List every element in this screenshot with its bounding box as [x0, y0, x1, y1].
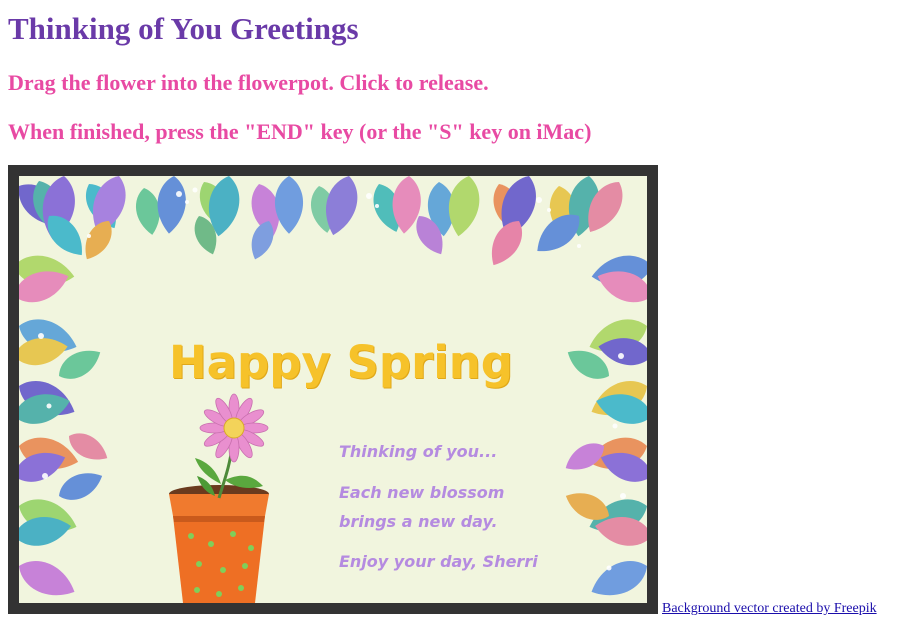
instruction-drag: Drag the flower into the flowerpot. Clic…: [8, 70, 489, 95]
greeting-card-frame: Happy Spring Thinking of you... Each new…: [8, 165, 658, 614]
card-signature: Enjoy your day, Sherri: [339, 552, 538, 571]
page: Thinking of You Greetings Drag the flowe…: [0, 0, 918, 628]
page-title: Thinking of You Greetings: [8, 11, 359, 46]
card-heading: Happy Spring: [169, 336, 513, 389]
card-message-line: Each new blossom: [339, 483, 505, 502]
instruction-end-key: When finished, press the "END" key (or t…: [8, 119, 592, 144]
flowerpot-graphic: [169, 485, 269, 603]
greeting-card-canvas[interactable]: Happy Spring Thinking of you... Each new…: [19, 176, 647, 603]
leaf-border-illustration: [19, 176, 647, 603]
card-message-line: Thinking of you...: [339, 442, 498, 461]
card-message-line: brings a new day.: [339, 512, 498, 531]
freepik-credit-link[interactable]: Background vector created by Freepik: [662, 600, 877, 618]
